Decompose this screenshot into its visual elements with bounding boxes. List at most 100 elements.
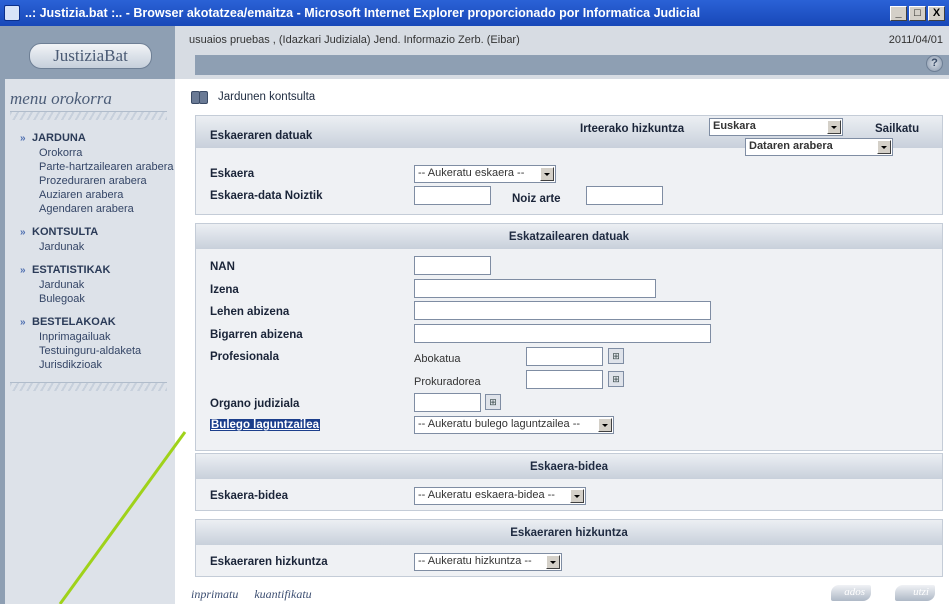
menu-section-kontsulta: » KONTSULTA Jardunak — [5, 224, 175, 254]
double-arrow-icon: » — [20, 316, 26, 328]
panel-title: Eskatzailearen datuak — [508, 230, 630, 243]
sidebar: JustiziaBat menu orokorra » JARDUNA Oroko… — [0, 26, 175, 604]
chevron-down-icon[interactable] — [877, 140, 891, 154]
eskaera-bidea-select[interactable]: -- Aukeratu eskaera-bidea -- — [414, 487, 586, 505]
panel-header: Eskatzailearen datuak — [196, 224, 942, 249]
output-language-select[interactable]: Euskara — [709, 118, 843, 136]
menu-divider — [10, 111, 167, 120]
select-value: -- Aukeratu eskaera -- — [418, 167, 525, 179]
logo-area: JustiziaBat — [0, 26, 175, 79]
binoculars-icon[interactable]: ⊞ — [485, 394, 501, 410]
menu-item-agenda[interactable]: Agendaren arabera — [5, 202, 175, 216]
menu-item-inprimagailuak[interactable]: Inprimagailuak — [5, 330, 175, 344]
user-info: usuaios pruebas , (Idazkari Judiziala) J… — [189, 34, 520, 46]
prokuradorea-input[interactable] — [526, 370, 603, 389]
nan-label: NAN — [210, 261, 235, 273]
date-to-input[interactable] — [586, 186, 663, 205]
menu-section-estatistikak: » ESTATISTIKAK Jardunak Bulegoak — [5, 262, 175, 306]
main-content: Jardunen kontsulta Eskaeraren datuak Irt… — [175, 79, 949, 604]
lehen-abizena-input[interactable] — [414, 301, 711, 320]
menu-head-jarduna[interactable]: » JARDUNA — [5, 130, 175, 146]
panel-title: Eskaeraren datuak — [210, 130, 313, 142]
minimize-button[interactable]: _ — [890, 5, 907, 21]
chevron-down-icon[interactable] — [827, 120, 841, 134]
menu-head-estatistikak[interactable]: » ESTATISTIKAK — [5, 262, 175, 278]
binoculars-icon[interactable]: ⊞ — [608, 348, 624, 364]
select-value: Euskara — [713, 120, 756, 132]
output-language-label: Irteerako hizkuntza — [580, 123, 685, 135]
page-title-text: Jardunen kontsulta — [218, 91, 316, 103]
eskaeraren-hizkuntza-label: Eskaeraren hizkuntza — [210, 556, 328, 568]
quantify-link[interactable]: kuantifikatu — [254, 587, 311, 602]
justiziabat-logo[interactable]: JustiziaBat — [29, 43, 152, 69]
help-icon[interactable]: ? — [926, 55, 943, 72]
eskaera-bidea-label: Eskaera-bidea — [210, 490, 288, 502]
chevron-down-icon[interactable] — [570, 489, 584, 503]
abokatua-input[interactable] — [526, 347, 603, 366]
current-date: 2011/04/01 — [888, 34, 943, 46]
panel-title: Eskaera-bidea — [530, 460, 608, 473]
menu-title: menu orokorra — [10, 89, 112, 108]
organo-label: Organo judiziala — [210, 398, 300, 410]
menu-head-label: ESTATISTIKAK — [32, 264, 111, 276]
chevron-down-icon[interactable] — [546, 555, 560, 569]
menu-item-auzia[interactable]: Auziaren arabera — [5, 188, 175, 202]
panel-eskaera-datuak: Eskaeraren datuak Irteerako hizkuntza Eu… — [195, 115, 943, 215]
header-strip — [195, 55, 949, 75]
organo-input[interactable] — [414, 393, 481, 412]
print-link[interactable]: inprimatu — [191, 587, 238, 602]
menu-section-jarduna: » JARDUNA Orokorra Parte-hartzailearen ar… — [5, 130, 175, 216]
menu-item-testuinguru[interactable]: Testuinguru-aldaketa — [5, 344, 175, 358]
menu-head-bestelakoak[interactable]: » BESTELAKOAK — [5, 314, 175, 330]
bulego-label-text: Bulego laguntzailea — [210, 419, 320, 431]
chevron-down-icon[interactable] — [598, 418, 612, 432]
panel-eskaeraren-hizkuntza: Eskaeraren hizkuntza Eskaeraren hizkuntz… — [195, 519, 943, 577]
binoculars-icon[interactable]: ⊞ — [608, 371, 624, 387]
menu-head-label: KONTSULTA — [32, 226, 99, 238]
date-from-label: Eskaera-data Noiztik — [210, 190, 323, 202]
menu-section-bestelakoak: » BESTELAKOAK Inprimagailuak Testuinguru-… — [5, 314, 175, 372]
select-value: Dataren arabera — [749, 140, 833, 152]
bigarren-abizena-input[interactable] — [414, 324, 711, 343]
nan-input[interactable] — [414, 256, 491, 275]
panel-title: Eskaeraren hizkuntza — [510, 526, 628, 539]
bulego-label: Bulego laguntzailea — [210, 419, 320, 431]
select-value: -- Aukeratu hizkuntza -- — [418, 555, 532, 567]
panel-eskaera-bidea: Eskaera-bidea Eskaera-bidea -- Aukeratu … — [195, 453, 943, 511]
ok-button[interactable]: ados — [831, 585, 871, 601]
select-value: -- Aukeratu bulego laguntzailea -- — [418, 418, 581, 430]
eskaeraren-hizkuntza-select[interactable]: -- Aukeratu hizkuntza -- — [414, 553, 562, 571]
date-from-input[interactable] — [414, 186, 491, 205]
menu-item-prozedura[interactable]: Prozeduraren arabera — [5, 174, 175, 188]
chevron-down-icon[interactable] — [540, 167, 554, 181]
exit-button[interactable]: utzi — [895, 585, 935, 601]
sort-select[interactable]: Dataren arabera — [745, 138, 893, 156]
menu-divider — [10, 382, 167, 391]
izena-label: Izena — [210, 284, 239, 296]
menu-head-kontsulta[interactable]: » KONTSULTA — [5, 224, 175, 240]
menu-item-estatistikak-jardunak[interactable]: Jardunak — [5, 278, 175, 292]
header: usuaios pruebas , (Idazkari Judiziala) J… — [175, 26, 949, 79]
menu-item-kontsulta-jardunak[interactable]: Jardunak — [5, 240, 175, 254]
profesionala-label: Profesionala — [210, 351, 280, 363]
izena-input[interactable] — [414, 279, 656, 298]
panel-header: Eskaeraren datuak Irteerako hizkuntza Eu… — [196, 116, 942, 156]
eskaera-select[interactable]: -- Aukeratu eskaera -- — [414, 165, 556, 183]
select-value: -- Aukeratu eskaera-bidea -- — [418, 489, 555, 501]
lehen-abizena-label: Lehen abizena — [210, 306, 290, 318]
close-button[interactable]: X — [928, 5, 945, 21]
menu-item-parte-hartzailea[interactable]: Parte-hartzailearen arabera — [5, 160, 175, 174]
footer-links: inprimatu kuantifikatu — [191, 587, 312, 602]
menu-item-jurisdikzioak[interactable]: Jurisdikzioak — [5, 358, 175, 372]
menu-item-bulegoak[interactable]: Bulegoak — [5, 292, 175, 306]
panel-header: Eskaera-bidea — [196, 454, 942, 479]
maximize-button[interactable]: □ — [909, 5, 926, 21]
menu-item-orokorra[interactable]: Orokorra — [5, 146, 175, 160]
ie-icon — [4, 5, 20, 21]
window-controls: _ □ X — [890, 5, 945, 21]
bulego-select[interactable]: -- Aukeratu bulego laguntzailea -- — [414, 416, 614, 434]
main-menu: menu orokorra » JARDUNA Orokorra Parte-ha… — [5, 79, 175, 604]
abokatua-label: Abokatua — [414, 353, 461, 365]
bigarren-abizena-label: Bigarren abizena — [210, 329, 303, 341]
date-to-label: Noiz arte — [512, 193, 561, 205]
